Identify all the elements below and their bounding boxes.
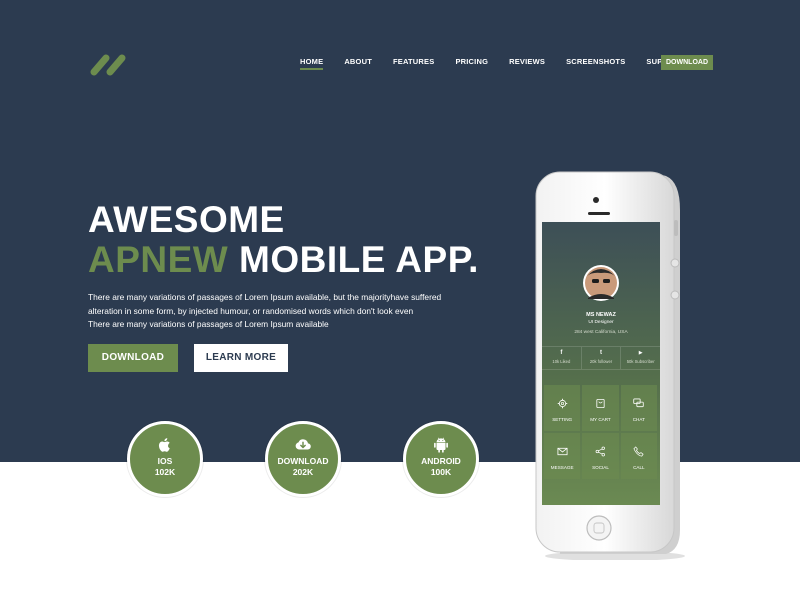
youtube-icon: ▶ [638, 350, 643, 356]
stat-android[interactable]: ANDROID 100K [403, 421, 479, 497]
apple-icon [158, 438, 170, 452]
tile-label: MESSAGE [550, 465, 574, 470]
social-twitter[interactable]: t 20k follower [582, 347, 622, 369]
profile-name: MS NEWAZ [586, 312, 616, 318]
nav-screenshots[interactable]: SCREENSHOTS [566, 56, 625, 70]
tile-call[interactable]: CALL [620, 433, 657, 479]
cloud-download-icon [295, 439, 311, 450]
tile-cart[interactable]: MY CART [582, 385, 619, 431]
gear-icon [557, 398, 567, 409]
desc-line: There are many variations of passages of… [88, 292, 442, 302]
tile-setting[interactable]: SETTING [544, 385, 581, 431]
facebook-icon: f [560, 350, 563, 356]
phone-mockup: MS NEWAZ UI Designer 284 west California… [520, 170, 700, 561]
main-nav: HOME ABOUT FEATURES PRICING REVIEWS SCRE… [300, 55, 713, 70]
stat-download[interactable]: DOWNLOAD 202K [265, 421, 341, 497]
headline-line2: APNEW MOBILE APP. [88, 240, 479, 280]
learn-more-button[interactable]: LEARN MORE [194, 344, 288, 372]
nav-about[interactable]: ABOUT [344, 56, 372, 70]
stat-label: ANDROID [421, 456, 461, 466]
phone-screen: MS NEWAZ UI Designer 284 west California… [542, 222, 660, 505]
stat-label: IOS [157, 456, 173, 466]
phone-icon [633, 446, 644, 457]
tile-message[interactable]: MESSAGE [544, 433, 581, 479]
headline-rest: MOBILE APP. [228, 239, 479, 280]
nav-pricing[interactable]: PRICING [455, 56, 488, 70]
twitter-icon: t [600, 350, 602, 356]
stat-ios[interactable]: IOS 102K [127, 421, 203, 497]
social-label: 20k follower [589, 359, 613, 364]
desc-line: There are many variations of passages of… [88, 319, 329, 329]
logo-icon[interactable] [86, 50, 134, 80]
tile-label: SOCIAL [592, 465, 609, 470]
share-icon [595, 446, 605, 457]
social-youtube[interactable]: ▶ 50k Subscriber [621, 347, 660, 369]
nav-download-button[interactable]: DOWNLOAD [661, 55, 713, 70]
tile-label: CALL [633, 465, 645, 470]
stat-value: 102K [154, 467, 176, 477]
nav-features[interactable]: FEATURES [393, 56, 434, 70]
desc-line: alteration in some form, by injected hum… [88, 305, 414, 316]
android-icon [434, 437, 448, 453]
message-icon [557, 447, 568, 456]
hero-headline: AWESOME APNEW MOBILE APP. [88, 200, 479, 280]
headline-accent: APNEW [88, 239, 229, 280]
hero-description: There are many variations of passages of… [88, 291, 468, 332]
tile-social[interactable]: SOCIAL [582, 433, 619, 479]
profile-location: 284 west California, USA [574, 330, 628, 335]
avatar [583, 265, 619, 301]
nav-reviews[interactable]: REVIEWS [509, 56, 545, 70]
profile-role: UI Designer [588, 320, 614, 325]
social-label: 50k Subscriber [626, 359, 655, 364]
tile-chat[interactable]: CHAT [620, 385, 657, 431]
stat-value: 100K [430, 467, 452, 477]
download-button[interactable]: DOWNLOAD [88, 344, 178, 372]
cart-icon [596, 398, 605, 409]
chat-icon [633, 398, 644, 408]
social-label: 10k Liked [552, 359, 571, 364]
nav-home[interactable]: HOME [300, 56, 324, 70]
headline-line1: AWESOME [88, 199, 285, 240]
stat-value: 202K [292, 467, 314, 477]
social-row: f 10k Liked t 20k follower ▶ 50k Subscri… [542, 346, 660, 370]
tile-label: CHAT [632, 417, 645, 422]
tile-label: MY CART [590, 417, 611, 422]
social-facebook[interactable]: f 10k Liked [542, 347, 582, 369]
tile-label: SETTING [552, 417, 573, 422]
stat-label: DOWNLOAD [277, 456, 329, 466]
menu-grid: SETTING MY CART CHAT MESSAGE SOCIAL CALL [544, 385, 657, 479]
